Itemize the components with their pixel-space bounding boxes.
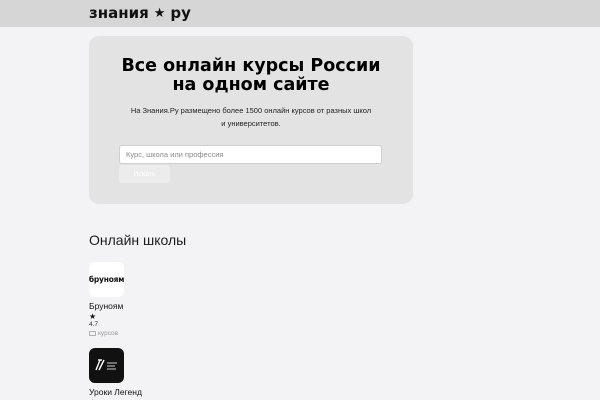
logo-text-right: ру	[170, 4, 191, 22]
hero-subtitle: На Знания.Ру размещено более 1500 онлайн…	[130, 106, 372, 128]
legend-logo-icon	[94, 358, 117, 370]
schools-section-title: Онлайн школы	[89, 232, 187, 248]
hero-title-line-1: Все онлайн курсы России	[121, 56, 381, 76]
uroki-legend-logo[interactable]	[89, 348, 124, 383]
school-rating: 4.7	[89, 321, 99, 328]
school-name[interactable]: Уроки Легенд	[89, 387, 209, 397]
search-input[interactable]	[119, 145, 382, 164]
hero-card: Все онлайн курсы России на одном сайте Н…	[89, 36, 413, 204]
school-card-brunoyam[interactable]: бруноям Бруноям ★ 4.7 курсов	[89, 262, 209, 338]
school-courses: курсов	[89, 329, 209, 338]
school-card-uroki-legend[interactable]: Уроки Легенд ★	[89, 348, 209, 400]
search-button[interactable]: Искать	[119, 165, 170, 183]
hero-title-line-2: на одном сайте	[172, 75, 330, 95]
star-icon: ★	[153, 5, 166, 21]
top-bar: знания ★ ру	[0, 0, 600, 27]
school-courses-label: курсов	[98, 330, 119, 337]
star-icon: ★	[89, 312, 97, 321]
hero-title: Все онлайн курсы России на одном сайте	[89, 57, 413, 95]
brunoyam-logo[interactable]: бруноям	[89, 262, 124, 297]
site-logo[interactable]: знания ★ ру	[89, 4, 191, 22]
courses-icon	[89, 331, 96, 336]
brunoyam-logo-text: бруноям	[88, 275, 125, 284]
logo-text-left: знания	[89, 4, 149, 22]
school-name[interactable]: Бруноям	[89, 301, 209, 311]
